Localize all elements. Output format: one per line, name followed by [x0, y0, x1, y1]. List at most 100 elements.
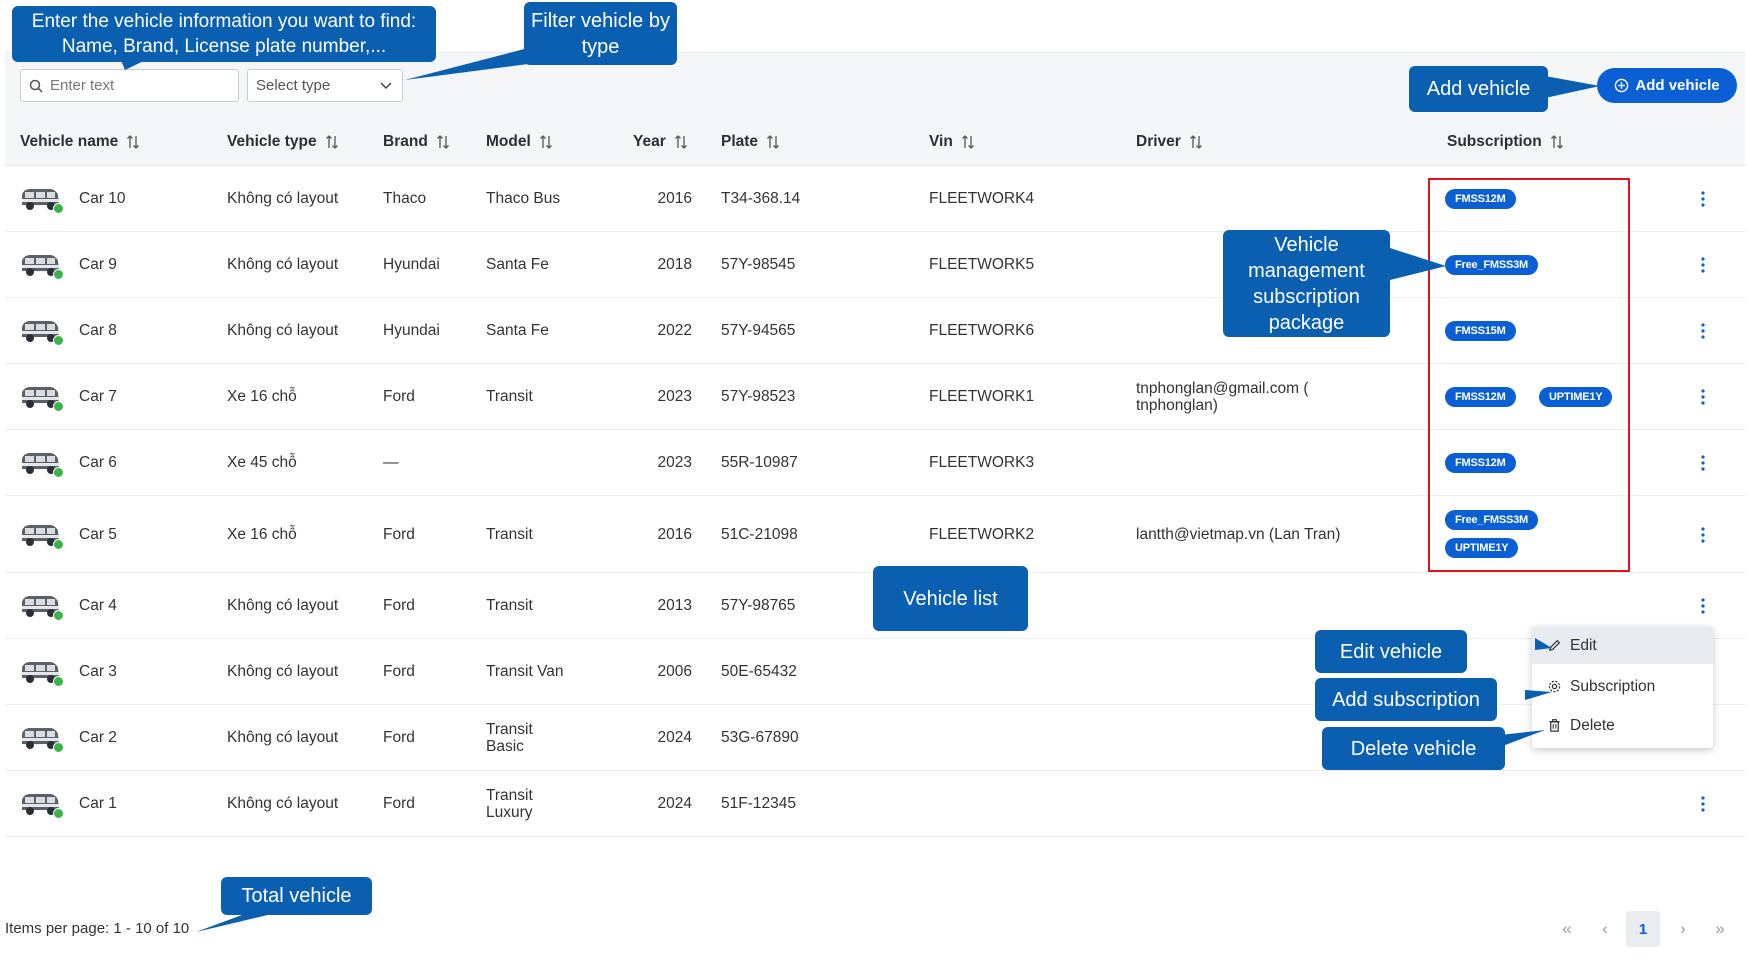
sort-icon[interactable]: [674, 134, 688, 150]
sort-icon[interactable]: [126, 134, 140, 150]
online-status-dot: [53, 538, 64, 550]
vehicle-plate: 51F-12345: [721, 795, 796, 812]
column-header[interactable]: Vehicle type: [227, 133, 339, 151]
online-status-dot: [53, 610, 64, 621]
sort-icon[interactable]: [766, 134, 780, 150]
vehicle-brand: Ford: [383, 663, 415, 680]
online-status-dot: [53, 401, 64, 412]
chevron-right-icon: ›: [1680, 919, 1686, 938]
sort-icon[interactable]: [325, 134, 339, 150]
column-header[interactable]: Subscription: [1447, 133, 1564, 151]
vehicle-name: Car 9: [79, 256, 117, 273]
column-header[interactable]: Vin: [929, 133, 975, 151]
vehicle-vin: FLEETWORK2: [929, 525, 1035, 543]
first-page-button[interactable]: «: [1552, 911, 1582, 947]
vehicle-name: Car 4: [79, 597, 117, 614]
column-header-label: Brand: [383, 133, 428, 150]
more-vertical-icon[interactable]: [1696, 794, 1710, 814]
column-header-label: Plate: [721, 133, 759, 150]
column-header-label: Vehicle type: [227, 133, 317, 150]
more-vertical-icon[interactable]: [1696, 255, 1710, 275]
table-row[interactable]: Car 1 Không có layout Ford Transit Luxury 20…: [5, 771, 1745, 837]
online-status-dot: [53, 467, 64, 478]
menu-item-subscription[interactable]: Subscription: [1532, 668, 1713, 705]
search-box[interactable]: [20, 69, 239, 102]
callout-filter: Filter vehicle by type: [524, 2, 677, 65]
column-header[interactable]: Brand: [383, 133, 450, 151]
sort-icon[interactable]: [436, 134, 450, 150]
vehicle-driver: tnphonglan@gmail.com ( tnphonglan): [1136, 380, 1309, 414]
vehicle-vin: FLEETWORK5: [929, 256, 1035, 273]
pencil-icon: [1548, 639, 1561, 652]
vehicle-plate: 51C-21098: [721, 525, 798, 543]
vehicle-type: Không có layout: [227, 795, 339, 812]
vehicle-type: Không có layout: [227, 729, 339, 746]
add-vehicle-label: Add vehicle: [1635, 77, 1720, 94]
sort-icon[interactable]: [961, 134, 975, 150]
callout-add-subscription: Add subscription: [1315, 678, 1497, 721]
search-input[interactable]: [50, 77, 230, 94]
row-action-menu: Edit Subscription Delete: [1532, 627, 1713, 748]
vehicle-name: Car 2: [79, 729, 117, 746]
callout-edit-vehicle: Edit vehicle: [1315, 630, 1467, 673]
next-page-button[interactable]: ›: [1668, 911, 1698, 947]
column-header[interactable]: Plate: [721, 133, 780, 151]
column-header[interactable]: Year: [633, 133, 688, 151]
column-header[interactable]: Vehicle name: [20, 133, 140, 151]
callout-delete-vehicle: Delete vehicle: [1322, 727, 1505, 770]
vehicle-type: Không có layout: [227, 663, 339, 680]
last-page-button[interactable]: »: [1705, 911, 1735, 947]
vehicle-name: Car 5: [79, 525, 117, 543]
vehicle-brand: Hyundai: [383, 322, 440, 339]
add-vehicle-button[interactable]: Add vehicle: [1597, 68, 1737, 103]
vehicle-year: 2023: [657, 454, 692, 471]
vehicle-year: 2016: [657, 525, 692, 543]
online-status-dot: [53, 676, 64, 687]
vehicle-type-select[interactable]: Select type: [247, 69, 403, 102]
current-page-button[interactable]: 1: [1626, 911, 1660, 947]
column-header[interactable]: Driver: [1136, 133, 1203, 151]
online-status-dot: [53, 203, 64, 214]
prev-page-button[interactable]: ‹: [1590, 911, 1620, 947]
vehicle-name: Car 7: [79, 388, 117, 405]
vehicle-driver: lantth@vietmap.vn (Lan Tran): [1136, 525, 1341, 543]
vehicle-brand: Ford: [383, 525, 415, 543]
callout-vehicle-list: Vehicle list: [873, 566, 1028, 631]
vehicle-year: 2022: [657, 322, 692, 339]
column-header-label: Driver: [1136, 133, 1181, 150]
vehicle-name: Car 3: [79, 663, 117, 680]
online-status-dot: [53, 742, 64, 753]
vehicle-year: 2013: [657, 597, 692, 614]
vehicle-plate: 57Y-98765: [721, 597, 796, 614]
vehicle-model: Santa Fe: [486, 322, 549, 339]
sort-icon[interactable]: [1550, 134, 1564, 150]
online-status-dot: [53, 269, 64, 280]
chevron-down-icon: [380, 81, 392, 89]
callout-total-vehicle: Total vehicle: [221, 877, 372, 915]
more-vertical-icon[interactable]: [1696, 596, 1710, 616]
sort-icon[interactable]: [539, 134, 553, 150]
column-header[interactable]: Model: [486, 133, 553, 151]
vehicle-type-select-value: Select type: [256, 77, 331, 94]
vehicle-year: 2018: [657, 256, 692, 273]
vehicle-type: Xe 45 chỗ: [227, 454, 297, 471]
subscription-highlight-box: [1428, 178, 1630, 572]
menu-item-edit[interactable]: Edit: [1532, 627, 1713, 664]
sort-icon[interactable]: [1189, 134, 1203, 150]
more-vertical-icon[interactable]: [1696, 189, 1710, 209]
menu-item-delete-label: Delete: [1570, 716, 1615, 734]
more-vertical-icon[interactable]: [1696, 525, 1710, 545]
vehicle-year: 2024: [657, 729, 692, 746]
vehicle-model: Santa Fe: [486, 256, 549, 273]
more-vertical-icon[interactable]: [1696, 387, 1710, 407]
vehicle-brand: Ford: [383, 597, 415, 614]
vehicle-model: Transit Basic: [486, 721, 533, 755]
vehicle-type: Không có layout: [227, 190, 339, 207]
column-header-label: Vin: [929, 133, 953, 150]
more-vertical-icon[interactable]: [1696, 453, 1710, 473]
menu-item-delete[interactable]: Delete: [1532, 707, 1713, 744]
vehicle-brand: Ford: [383, 388, 415, 405]
more-vertical-icon[interactable]: [1696, 321, 1710, 341]
callout-subscription: Vehicle management subscription package: [1223, 230, 1390, 337]
column-header-label: Vehicle name: [20, 133, 119, 150]
